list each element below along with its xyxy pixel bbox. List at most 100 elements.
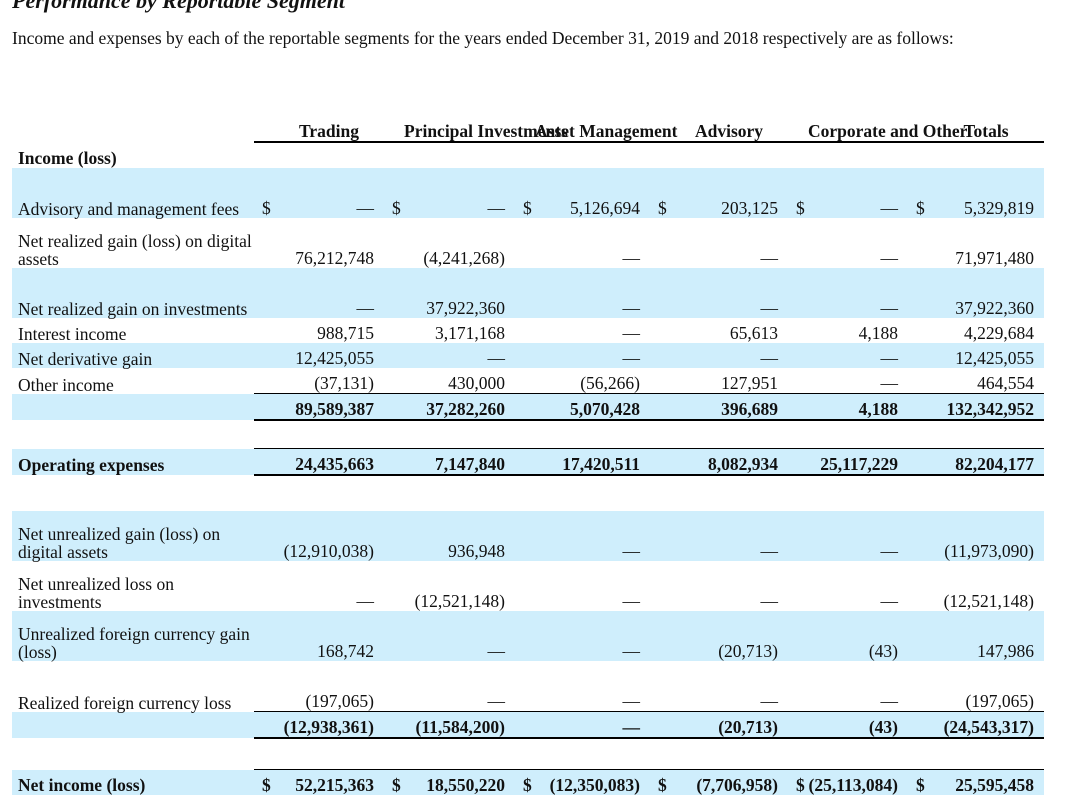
cell-value: 17,420,511 [535, 448, 650, 476]
row-label: Net income (loss) [12, 769, 254, 795]
cell-value: 7,147,840 [404, 448, 515, 476]
cell-value: 76,212,748 [295, 248, 374, 268]
cell-value: (20,713) [670, 711, 788, 739]
header-spacer [12, 93, 254, 142]
cell-value: — [535, 511, 650, 561]
cell-value: — [880, 373, 899, 393]
cell-value: 168,742 [274, 611, 384, 661]
header-gap [384, 93, 404, 143]
cell-value: 936,948 [404, 511, 515, 561]
cell-value: 127,951 [721, 373, 778, 393]
cell-value: 4,188 [858, 323, 898, 343]
cell-value: 396,689 [670, 393, 788, 421]
income-total-row: 89,589,387 37,282,260 5,070,428 396,689 4,18… [12, 393, 1044, 421]
cell-value: 5,070,428 [535, 393, 650, 421]
currency-symbol: $ [650, 769, 670, 795]
section-heading: Performance by Reportable Segment [12, 0, 346, 13]
income-section-row: Income (loss) [12, 142, 1044, 168]
cell-value: — [760, 591, 779, 611]
cell-value: — [880, 691, 899, 711]
column-header: Asset Management [535, 93, 677, 143]
cell-value: 5,126,694 [535, 168, 650, 218]
currency-symbol: $ [515, 168, 535, 218]
currency-symbol: $ [908, 769, 928, 795]
spacer-row [12, 738, 1044, 770]
cell-value: 988,715 [317, 323, 374, 343]
row-label [12, 393, 254, 420]
cell-value: 24,435,663 [274, 448, 384, 476]
cell-value: 12,425,055 [928, 343, 1044, 368]
table-row: Net unrealized loss on investments — (12,5… [12, 561, 1044, 611]
intro-paragraph: Income and expenses by each of the repor… [12, 28, 954, 48]
table-row: Net derivative gain 12,425,055 — — — — 12,425,… [12, 343, 1044, 368]
cell-value: 52,215,363 [274, 769, 384, 795]
row-label: Net unrealized loss on investments [18, 574, 174, 612]
cell-value: — [670, 511, 788, 561]
cell-value: — [274, 168, 384, 218]
cell-value: 89,589,387 [274, 393, 384, 421]
cell-value: 4,229,684 [964, 323, 1034, 343]
table-row: Realized foreign currency loss (197,065) —… [12, 661, 1044, 712]
cell-value: 3,171,168 [435, 323, 505, 343]
cell-value: 147,986 [928, 611, 1044, 661]
cell-value: (56,266) [580, 373, 640, 393]
row-label: Realized foreign currency loss [18, 692, 232, 713]
cell-value: (197,065) [965, 691, 1034, 711]
cell-value: — [622, 323, 641, 343]
cell-value: — [535, 711, 650, 739]
row-label: Operating expenses [12, 448, 254, 475]
table-row: Net realized gain (loss) on digital asse… [12, 218, 1044, 268]
row-label: Net realized gain on investments [12, 268, 254, 318]
currency-symbol: $ [254, 769, 274, 795]
section-label: Income (loss) [18, 148, 117, 168]
cell-value: 25,117,229 [808, 448, 908, 476]
cell-value: — [274, 268, 384, 318]
currency-symbol: $ [384, 168, 404, 218]
cell-value: 5,329,819 [928, 168, 1044, 218]
cell-value: — [670, 268, 788, 318]
operating-expenses-row: Operating expenses 24,435,663 7,147,840 17,… [12, 448, 1044, 476]
cell-value: (24,543,317) [928, 711, 1044, 739]
row-label [12, 711, 254, 738]
cell-value: — [535, 611, 650, 661]
cell-value: 25,595,458 [928, 769, 1044, 795]
currency-symbol: $ [515, 769, 535, 795]
cell-value: — [880, 591, 899, 611]
cell-value: — [535, 343, 650, 368]
currency-symbol: $ [254, 168, 274, 218]
cell-value: (20,713) [670, 611, 788, 661]
cell-value: (12,521,148) [943, 591, 1034, 611]
cell-value: 37,282,260 [404, 393, 515, 421]
table-row: Unrealized foreign currency gain (loss) 1… [12, 611, 1044, 661]
cell-value: 71,971,480 [955, 248, 1034, 268]
cell-value: — [404, 343, 515, 368]
header-gap [788, 93, 808, 143]
cell-value: (12,938,361) [274, 711, 384, 739]
column-header: Trading [274, 93, 384, 143]
cell-value: — [760, 691, 779, 711]
cell-value: 8,082,934 [670, 448, 788, 476]
cell-value: (43) [808, 711, 908, 739]
cell-value: 82,204,177 [928, 448, 1044, 476]
currency-symbol: $ [788, 769, 808, 795]
cell-value: — [404, 168, 515, 218]
table-row: Other income (37,131) 430,000 (56,266) 127,9… [12, 368, 1044, 394]
cell-value: (25,113,084) [808, 769, 908, 795]
cell-value: — [808, 511, 908, 561]
cell-value: — [808, 268, 908, 318]
spacer-row [12, 420, 1044, 449]
segment-income-table: Trading Principal Investments Asset Manage… [12, 93, 1044, 795]
row-label: Unrealized foreign currency gain (loss) [12, 611, 254, 661]
unrealized-total-row: (12,938,361) (11,584,200) — (20,713) (43) (24… [12, 711, 1044, 739]
cell-value: (37,131) [314, 373, 374, 393]
spacer-row [12, 475, 1044, 511]
cell-value: — [808, 343, 908, 368]
cell-value: (4,241,268) [423, 248, 505, 268]
cell-value: (12,521,148) [414, 591, 505, 611]
table-row: Advisory and management fees $ — $ — $5,126,6… [12, 168, 1044, 218]
cell-value: (12,350,083) [535, 769, 650, 795]
table-row: Interest income 988,715 3,171,168 — 65,613 4,… [12, 318, 1044, 344]
row-label: Net unrealized gain (loss) on digital as… [12, 511, 254, 561]
cell-value: (197,065) [305, 691, 374, 711]
column-header: Principal Investments [404, 93, 568, 143]
